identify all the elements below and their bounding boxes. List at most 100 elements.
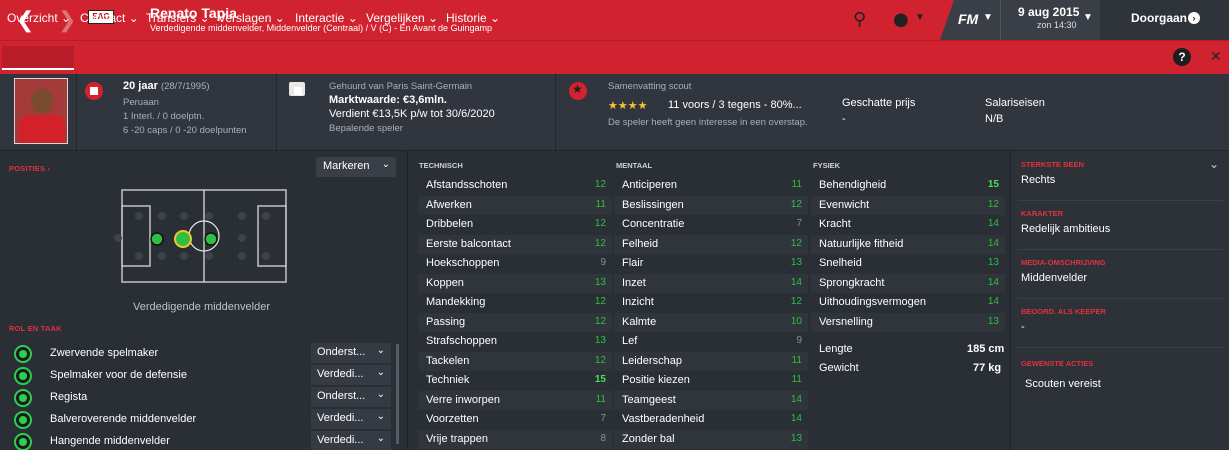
wage: Verdient €13,5K p/w tot 30/6/2020 — [329, 108, 495, 120]
attribute-value: 11 — [595, 393, 606, 405]
player-info-icon — [85, 82, 103, 100]
attribute-row[interactable]: Koppen 13 — [418, 273, 612, 293]
attribute-value: 15 — [594, 374, 606, 385]
attribute-row[interactable]: Passing 12 — [418, 312, 612, 332]
foot-label: STERKSTE BEEN — [1021, 160, 1084, 169]
role-row[interactable]: Hangende middenvelder Verdedi... ⌄ — [0, 431, 398, 450]
positions-label[interactable]: POSITIES › — [9, 164, 50, 173]
attribute-row[interactable]: Vastberadenheid 14 — [614, 410, 808, 430]
loan-from: Gehuurd van Paris Saint-Germain — [329, 81, 473, 92]
chevron-down-icon: ⌄ — [376, 433, 385, 444]
roles-scrollbar[interactable] — [396, 344, 399, 444]
tab-overzicht[interactable]: Overzicht ⌄ — [7, 11, 71, 25]
fm-logo[interactable]: FM — [958, 11, 978, 27]
youth-caps: 6 -20 caps / 0 -20 doelpunten — [123, 125, 247, 136]
length-label: Lengte — [819, 343, 853, 355]
game-date: 9 aug 2015 — [1018, 5, 1080, 19]
attribute-row[interactable]: Beslissingen 12 — [614, 195, 808, 215]
attribute-name: Snelheid — [819, 257, 862, 269]
attribute-row[interactable]: Versnelling 13 — [811, 312, 1005, 332]
continue-button[interactable]: Doorgaan — [1131, 11, 1187, 25]
attribute-row[interactable]: Tackelen 12 — [418, 351, 612, 371]
tab-verslagen[interactable]: Verslagen ⌄ — [218, 11, 285, 25]
attribute-row[interactable]: Voorzetten 7 — [418, 410, 612, 430]
close-icon[interactable]: ✕ — [1210, 48, 1222, 65]
tab-vergelijken[interactable]: Vergelijken ⌄ — [366, 11, 438, 25]
attribute-value: 12 — [790, 237, 802, 249]
attribute-row[interactable]: Dribbelen 12 — [418, 215, 612, 235]
attribute-row[interactable]: Lef 9 — [614, 332, 808, 352]
role-row[interactable]: Spelmaker voor de defensie Verdedi... ⌄ — [0, 365, 398, 387]
attribute-name: Tackelen — [426, 354, 470, 367]
attribute-row[interactable]: Concentratie 7 — [614, 215, 808, 235]
attribute-value: 11 — [791, 179, 802, 190]
weight-label: Gewicht — [819, 362, 859, 374]
active-tab-indicator — [2, 46, 74, 70]
attribute-name: Behendigheid — [819, 179, 887, 191]
role-row[interactable]: Zwervende spelmaker Onderst... ⌄ — [0, 343, 398, 365]
foot-value: Rechts — [1021, 174, 1056, 186]
attribute-row[interactable]: Verre inworpen 11 — [418, 390, 612, 410]
attribute-row[interactable]: Inzet 14 — [614, 273, 808, 293]
attribute-value: 13 — [594, 276, 606, 288]
chevron-down-icon[interactable]: ▼ — [915, 12, 925, 23]
attribute-row[interactable]: Mandekking 12 — [418, 293, 612, 313]
scout-star-icon — [569, 82, 587, 100]
role-row[interactable]: Balveroverende middenvelder Verdedi... ⌄ — [0, 409, 398, 431]
highlight-dropdown[interactable]: Markeren ⌄ — [316, 157, 396, 177]
attribute-row[interactable]: Kalmte 10 — [614, 312, 808, 332]
attribute-row[interactable]: Vrije trappen 8 — [418, 429, 612, 449]
loan-club-badge-icon — [289, 82, 305, 96]
keeper-label: BEOORD. ALS KEEPER — [1021, 307, 1106, 316]
search-icon[interactable]: ⚲ — [853, 9, 866, 30]
attribute-row[interactable]: Flair 13 — [614, 254, 808, 274]
attribute-row[interactable]: Afwerken 11 — [418, 195, 612, 215]
attribute-name: Evenwicht — [819, 198, 870, 211]
attribute-value: 12 — [790, 296, 802, 307]
globe-icon[interactable]: ● — [893, 9, 909, 30]
attribute-row[interactable]: Natuurlijke fitheid 14 — [811, 234, 1005, 254]
attribute-row[interactable]: Eerste balcontact 12 — [418, 234, 612, 254]
attribute-row[interactable]: Felheid 12 — [614, 234, 808, 254]
nationality: Peruaan — [123, 97, 159, 108]
attribute-row[interactable]: Snelheid 13 — [811, 254, 1005, 274]
attribute-row[interactable]: Techniek 15 — [418, 371, 612, 391]
attribute-row[interactable]: Strafschoppen 13 — [418, 332, 612, 352]
tab-transfers[interactable]: Transfers ⌄ — [146, 11, 210, 25]
tab-interactie[interactable]: Interactie ⌄ — [295, 11, 358, 25]
chevron-down-icon[interactable]: ⌄ — [1209, 157, 1219, 171]
attribute-row[interactable]: Behendigheid 15 — [811, 176, 1005, 196]
attribute-row[interactable]: Kracht 14 — [811, 215, 1005, 235]
role-row[interactable]: Regista Onderst... ⌄ — [0, 387, 398, 409]
attribute-name: Leiderschap — [622, 354, 682, 367]
attribute-value: 12 — [594, 179, 606, 190]
attribute-row[interactable]: Anticiperen 11 — [614, 176, 808, 196]
attribute-value: 9 — [600, 257, 606, 268]
tab-contract[interactable]: Contract ⌄ — [80, 11, 139, 25]
chevron-down-icon[interactable]: ▼ — [983, 12, 993, 23]
attribute-row[interactable]: Inzicht 12 — [614, 293, 808, 313]
attribute-row[interactable]: Zonder bal 13 — [614, 429, 808, 449]
attribute-row[interactable]: Hoekschoppen 9 — [418, 254, 612, 274]
actions-value[interactable]: Scouten vereist — [1025, 378, 1101, 390]
scout-summary[interactable]: 11 voors / 3 tegens - 80%... — [668, 99, 802, 111]
attribute-row[interactable]: Uithoudingsvermogen 14 — [811, 293, 1005, 313]
attribute-row[interactable]: Sprongkracht 14 — [811, 273, 1005, 293]
chevron-down-icon[interactable]: ▼ — [1083, 12, 1093, 23]
tab-historie[interactable]: Historie ⌄ — [446, 11, 500, 25]
attribute-row[interactable]: Leiderschap 11 — [614, 351, 808, 371]
help-icon[interactable]: ? — [1173, 48, 1191, 66]
arrow-right-icon[interactable]: › — [1188, 12, 1200, 24]
attribute-row[interactable]: Positie kiezen 11 — [614, 371, 808, 391]
attribute-row[interactable]: Teamgeest 14 — [614, 390, 808, 410]
attribute-value: 7 — [600, 413, 606, 424]
attribute-row[interactable]: Evenwicht 12 — [811, 195, 1005, 215]
role-rating-icon — [14, 389, 32, 407]
length-value: 185 cm — [967, 343, 1005, 355]
salary-value: N/B — [985, 113, 1004, 125]
price-value: - — [842, 113, 846, 125]
media-label: MEDIA-OMSCHRIJVING — [1021, 258, 1106, 267]
attribute-name: Strafschoppen — [426, 335, 497, 347]
attribute-row[interactable]: Afstandsschoten 12 — [418, 176, 612, 196]
duty-dropdown: Onderst... ⌄ — [311, 387, 391, 407]
